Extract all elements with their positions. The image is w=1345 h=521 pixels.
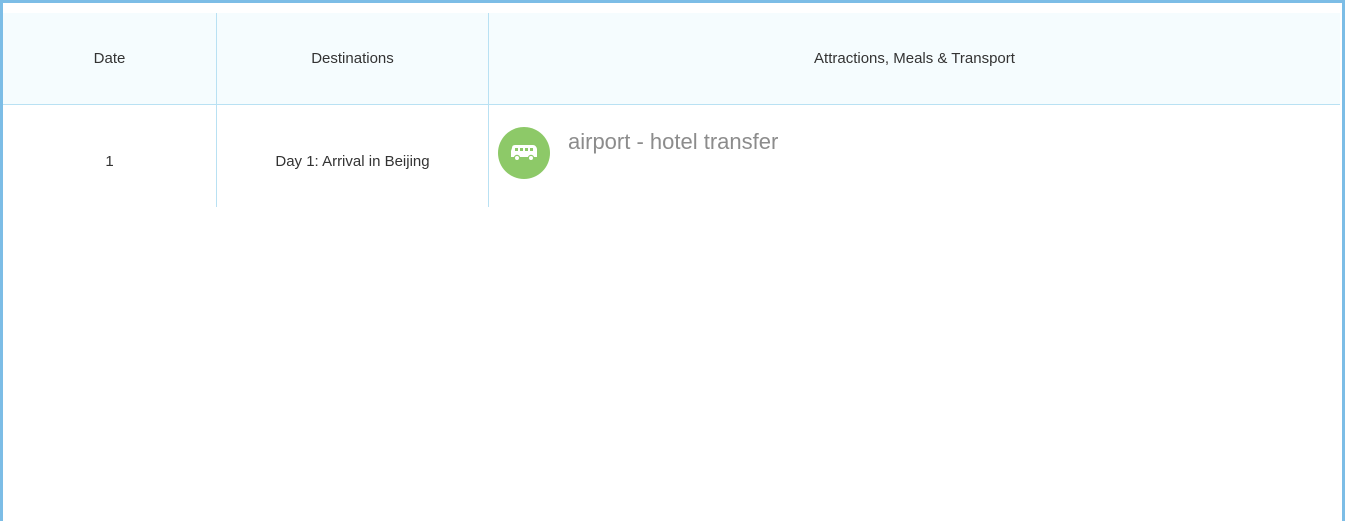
- table-header-row: Date Destinations Attractions, Meals & T…: [3, 13, 1340, 105]
- row-destination: Day 1: Arrival in Beijing: [275, 152, 430, 170]
- header-date: Date: [93, 50, 126, 67]
- bus-icon: [498, 127, 550, 179]
- transport-text: airport - hotel transfer: [568, 129, 779, 154]
- header-destinations: Destinations: [311, 50, 394, 67]
- transport-item: airport - hotel transfer: [498, 127, 778, 179]
- row-date: 1: [105, 152, 114, 170]
- header-attractions: Attractions, Meals & Transport: [814, 50, 1015, 67]
